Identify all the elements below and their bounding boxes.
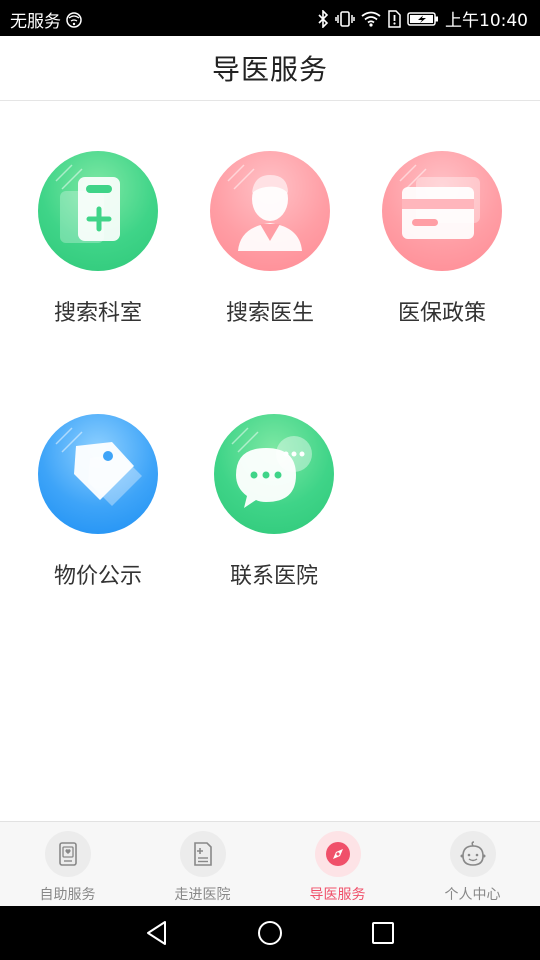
nav-hospital-info[interactable]: 走进医院 xyxy=(135,822,270,906)
search-department-tile[interactable]: 搜索科室 xyxy=(13,151,183,327)
vibrate-icon xyxy=(335,10,355,28)
nav-personal-center[interactable]: 个人中心 xyxy=(405,822,540,906)
baby-face-icon xyxy=(449,831,496,877)
home-icon[interactable] xyxy=(250,913,290,953)
department-icon xyxy=(38,151,158,271)
insurance-policy-label: 医保政策 xyxy=(397,301,486,326)
price-list-label: 物价公示 xyxy=(53,564,142,589)
battery-charging-icon xyxy=(407,11,439,27)
contact-hospital-tile[interactable]: 联系医院 xyxy=(189,414,359,590)
search-department-label: 搜索科室 xyxy=(53,301,142,326)
price-tag-icon xyxy=(38,414,158,534)
bluetooth-icon xyxy=(317,9,329,28)
service-grid: 搜索科室 搜索医生 医保政策 物价公示 联系医院 xyxy=(0,101,540,821)
nav-self-service[interactable]: 自助服务 xyxy=(0,822,135,906)
insurance-card-icon xyxy=(382,151,502,271)
price-list-tile[interactable]: 物价公示 xyxy=(13,414,183,590)
status-left: 无服务 xyxy=(10,7,83,32)
system-nav-bar xyxy=(0,906,540,960)
hospital-info-icon xyxy=(179,831,226,877)
doctor-icon xyxy=(210,151,330,271)
search-doctor-tile[interactable]: 搜索医生 xyxy=(185,151,355,327)
page-title: 导医服务 xyxy=(211,53,328,86)
nav-self-service-label: 自助服务 xyxy=(39,887,96,903)
recents-icon[interactable] xyxy=(363,913,403,953)
back-icon[interactable] xyxy=(137,913,177,953)
contact-hospital-label: 联系医院 xyxy=(229,564,318,589)
no-signal-icon xyxy=(65,11,83,28)
nav-guide-service[interactable]: 导医服务 xyxy=(270,822,405,906)
self-service-icon xyxy=(44,831,91,877)
nav-hospital-info-label: 走进医院 xyxy=(174,887,231,903)
nav-guide-service-label: 导医服务 xyxy=(309,887,366,903)
bottom-nav: 自助服务 走进医院 导医服务 个人中心 xyxy=(0,821,540,906)
compass-icon xyxy=(314,831,361,877)
title-bar: 导医服务 xyxy=(0,36,540,101)
carrier-text: 无服务 xyxy=(10,12,61,32)
nav-personal-center-label: 个人中心 xyxy=(444,887,501,903)
status-right: 上午10:40 xyxy=(317,6,528,31)
sim-alert-icon xyxy=(387,9,401,28)
clock-text: 上午10:40 xyxy=(445,11,528,31)
wifi-icon xyxy=(361,11,381,27)
status-bar: 无服务 上午10:40 xyxy=(0,0,540,36)
search-doctor-label: 搜索医生 xyxy=(225,301,314,326)
chat-bubbles-icon xyxy=(214,414,334,534)
insurance-policy-tile[interactable]: 医保政策 xyxy=(357,151,527,327)
